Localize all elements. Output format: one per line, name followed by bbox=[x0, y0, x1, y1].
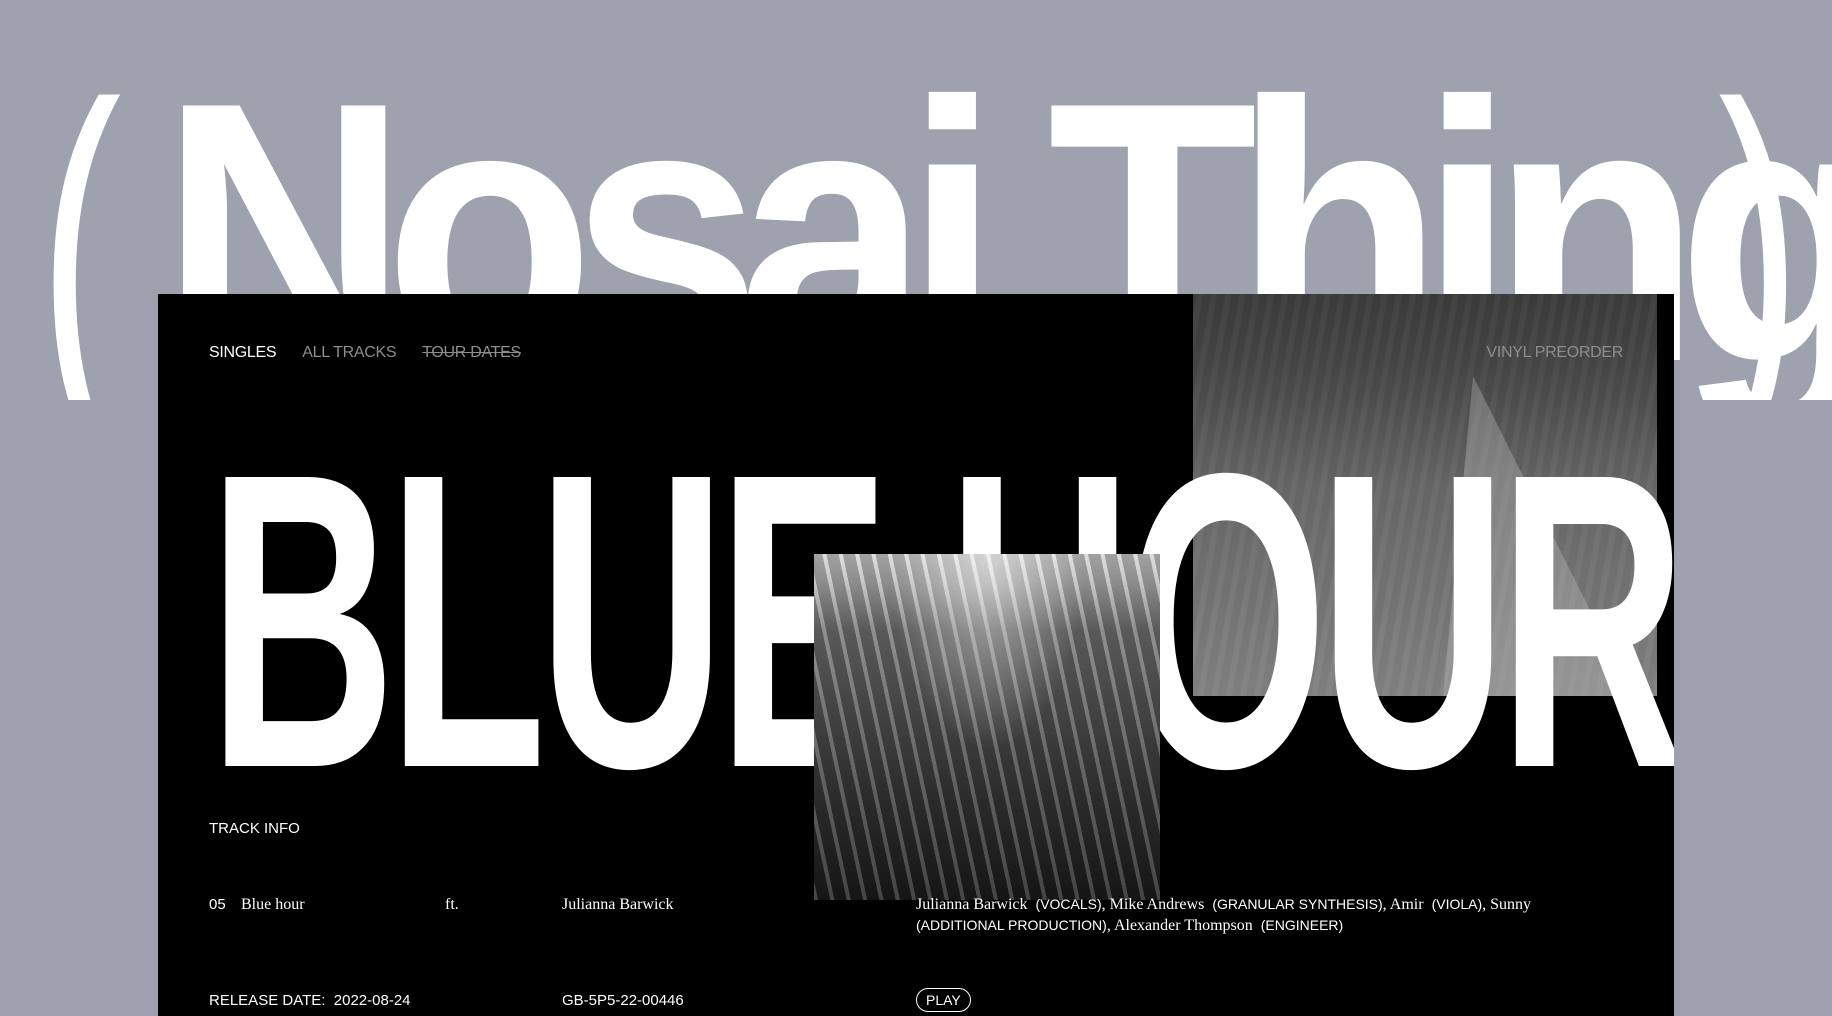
credit-role: (VIOLA) bbox=[1431, 896, 1483, 912]
credit-role: (VOCALS) bbox=[1035, 896, 1102, 912]
artist-close-paren: ) bbox=[1718, 21, 1802, 400]
credit-role: (ENGINEER) bbox=[1260, 917, 1344, 933]
credit-name: Alexander Thompson bbox=[1113, 917, 1253, 934]
credit-name: Sunny bbox=[1490, 896, 1532, 913]
nav-item-singles[interactable]: SINGLES bbox=[209, 344, 277, 362]
nav-item-tour-dates[interactable]: TOUR DATES bbox=[422, 344, 521, 362]
track-credits: Julianna Barwick (VOCALS), Mike Andrews … bbox=[916, 896, 1532, 934]
isrc-code: GB-5P5-22-00446 bbox=[562, 992, 684, 1009]
field-photo bbox=[814, 554, 1160, 900]
top-nav: SINGLES ALL TRACKS TOUR DATES bbox=[209, 344, 521, 362]
artist-open-paren: ( bbox=[38, 21, 122, 400]
release-date-label: RELEASE DATE: bbox=[209, 992, 326, 1009]
credit-name: Mike Andrews bbox=[1109, 896, 1205, 913]
credit-name: Julianna Barwick bbox=[916, 896, 1028, 913]
nav-item-all-tracks[interactable]: ALL TRACKS bbox=[302, 344, 396, 362]
track-number: 05 bbox=[209, 896, 226, 913]
track-name: Blue hour bbox=[241, 896, 305, 913]
featuring-label: ft. bbox=[445, 896, 459, 913]
credit-role: (ADDITIONAL PRODUCTION) bbox=[916, 917, 1107, 933]
release-date: RELEASE DATE: 2022-08-24 bbox=[209, 992, 411, 1009]
vinyl-preorder-link[interactable]: VINYL PREORDER bbox=[1486, 344, 1623, 362]
featured-artist: Julianna Barwick bbox=[562, 896, 674, 913]
credit-role: (GRANULAR SYNTHESIS) bbox=[1212, 896, 1383, 912]
credit-name: Amir bbox=[1389, 896, 1424, 913]
track-info-label: TRACK INFO bbox=[209, 820, 300, 837]
play-button[interactable]: PLAY bbox=[916, 988, 971, 1012]
track-panel: BLUE HOUR SINGLES ALL TRACKS TOUR DATES … bbox=[158, 294, 1674, 1016]
release-date-value: 2022-08-24 bbox=[333, 992, 411, 1009]
